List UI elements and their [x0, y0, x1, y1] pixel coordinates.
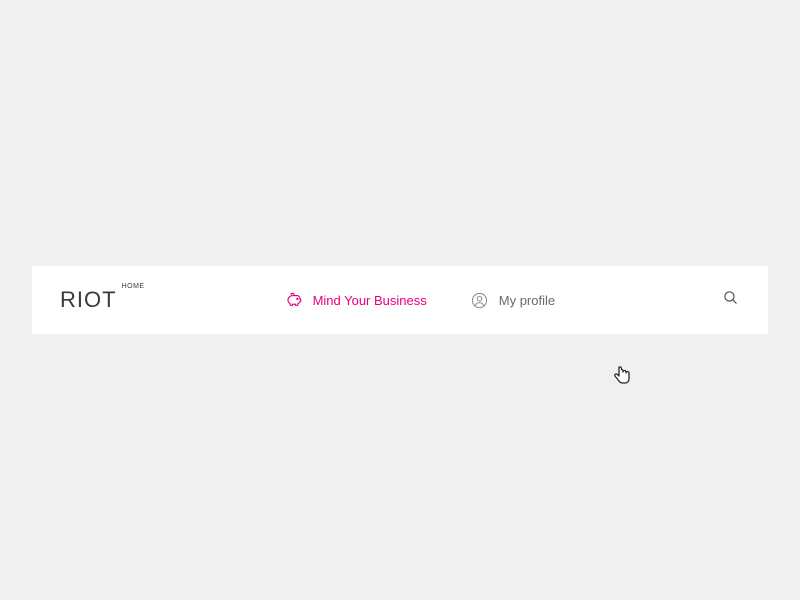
logo[interactable]: RIOT HOME [60, 287, 117, 313]
search-button[interactable] [720, 290, 740, 310]
navbar: RIOT HOME Mind Your Business My [32, 266, 768, 334]
cursor-pointer-icon [614, 366, 630, 384]
nav-item-my-profile[interactable]: My profile [471, 291, 555, 309]
piggy-bank-icon [285, 291, 303, 309]
nav-item-label: My profile [499, 293, 555, 308]
nav-item-label: Mind Your Business [313, 293, 427, 308]
logo-sup: HOME [122, 283, 145, 290]
nav-center: Mind Your Business My profile [285, 291, 556, 309]
nav-item-mind-your-business[interactable]: Mind Your Business [285, 291, 427, 309]
profile-icon [471, 291, 489, 309]
logo-text: RIOT [60, 287, 117, 313]
nav-right [720, 290, 740, 310]
search-icon [722, 289, 739, 311]
